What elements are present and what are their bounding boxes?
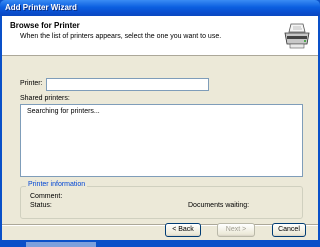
printer-icon bbox=[284, 23, 310, 49]
title-bar[interactable]: Add Printer Wizard bbox=[0, 0, 320, 16]
printer-label: Printer: bbox=[20, 80, 43, 87]
printer-information-group bbox=[20, 186, 303, 219]
printer-input[interactable] bbox=[46, 78, 209, 91]
documents-waiting-label: Documents waiting: bbox=[188, 202, 250, 209]
status-label: Status: bbox=[30, 202, 52, 209]
printer-information-legend: Printer information bbox=[26, 181, 88, 188]
taskbar-fragment bbox=[26, 242, 96, 247]
next-button[interactable]: Next > bbox=[217, 223, 255, 237]
header-title: Browse for Printer bbox=[10, 21, 80, 30]
shared-printers-label: Shared printers: bbox=[20, 95, 70, 102]
list-item: Searching for printers... bbox=[27, 108, 100, 115]
shared-printers-list[interactable]: Searching for printers... bbox=[20, 104, 303, 177]
header-subtitle: When the list of printers appears, selec… bbox=[20, 33, 222, 40]
window-title: Add Printer Wizard bbox=[5, 3, 77, 12]
comment-label: Comment: bbox=[30, 193, 63, 200]
wizard-window: Add Printer Wizard Browse for Printer Wh… bbox=[0, 0, 320, 247]
back-button[interactable]: < Back bbox=[165, 223, 201, 237]
wizard-header: Browse for Printer When the list of prin… bbox=[2, 16, 318, 56]
button-separator bbox=[2, 224, 318, 226]
cancel-button[interactable]: Cancel bbox=[272, 223, 306, 237]
dialog-body: Browse for Printer When the list of prin… bbox=[2, 16, 318, 240]
